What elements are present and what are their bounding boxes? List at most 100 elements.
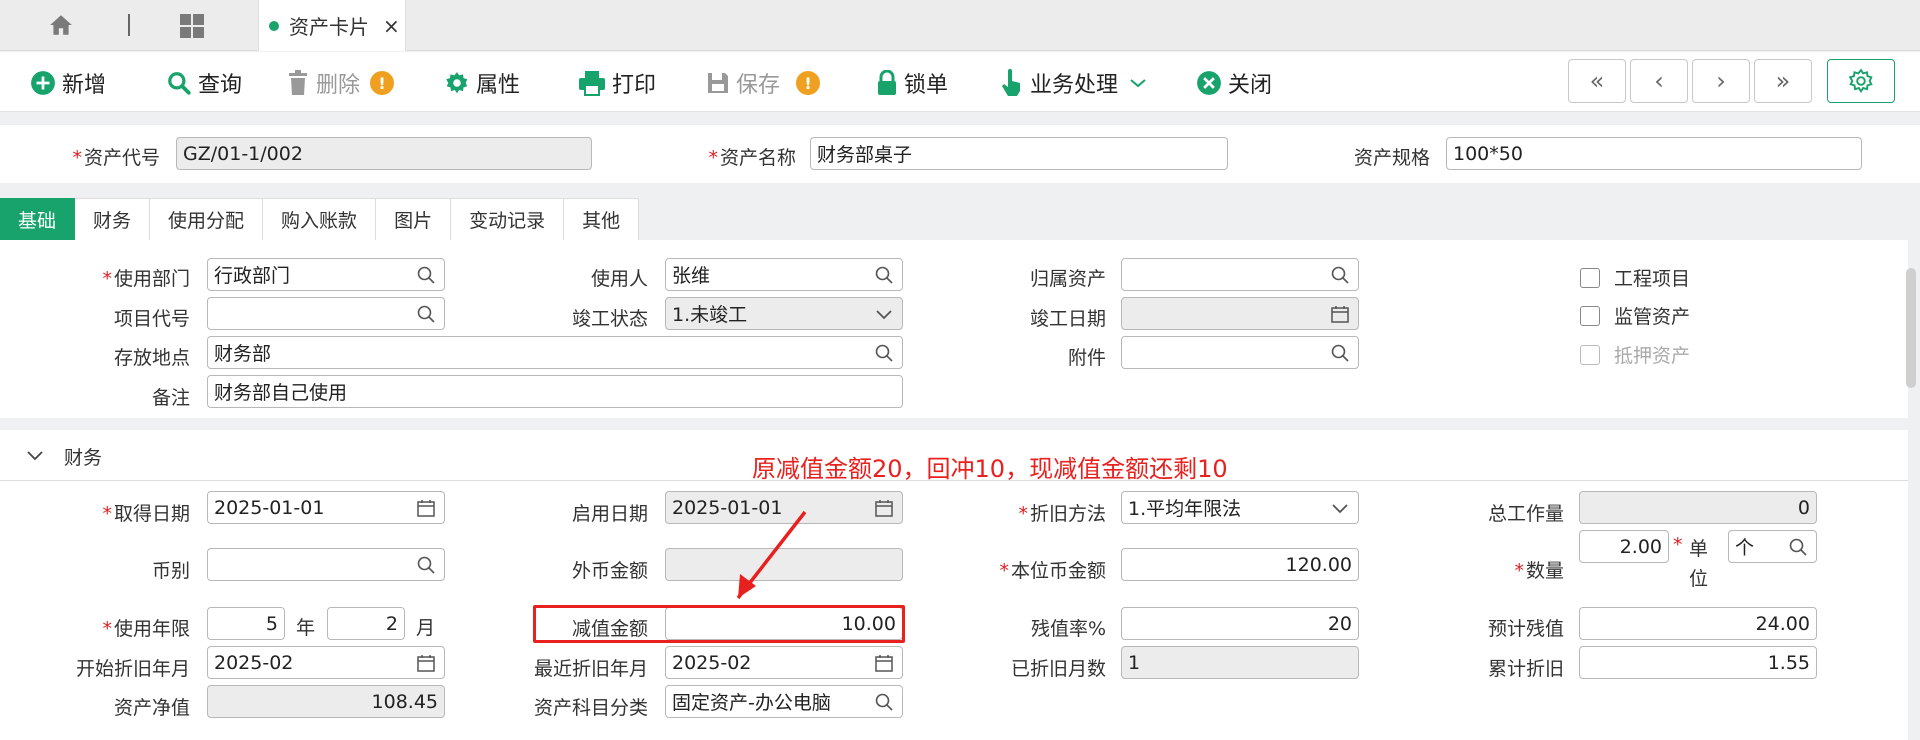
use-dept-input[interactable]: 行政部门 bbox=[207, 258, 445, 291]
search-icon[interactable] bbox=[874, 265, 894, 285]
tab-asset-card[interactable]: 资产卡片 × bbox=[258, 0, 406, 51]
location-input[interactable]: 财务部 bbox=[207, 336, 903, 369]
properties-button-label: 属性 bbox=[476, 73, 521, 98]
query-button[interactable]: 查询 bbox=[166, 66, 242, 100]
local-amount-input[interactable]: 120.00 bbox=[1121, 548, 1359, 581]
est-residual-input[interactable]: 24.00 bbox=[1579, 607, 1817, 640]
delete-button-label: 删除 bbox=[316, 73, 361, 98]
add-button-label: 新增 bbox=[62, 73, 107, 98]
apps-grid-icon[interactable] bbox=[178, 12, 206, 40]
delete-button[interactable]: 删除 ! bbox=[286, 66, 395, 100]
calendar-icon[interactable] bbox=[874, 653, 894, 673]
save-warning-icon: ! bbox=[796, 71, 821, 95]
close-tab-icon[interactable]: × bbox=[383, 14, 400, 38]
project-code-input[interactable] bbox=[207, 297, 445, 330]
search-icon[interactable] bbox=[416, 304, 436, 324]
add-circle-icon bbox=[31, 71, 55, 95]
gear-icon bbox=[446, 72, 468, 94]
save-button[interactable]: 保存 ! bbox=[706, 66, 821, 100]
accum-dep-input[interactable]: 1.55 bbox=[1579, 646, 1817, 679]
dep-start-input[interactable]: 2025-02 bbox=[207, 646, 445, 679]
tab-purchase-payment[interactable]: 购入账款 bbox=[263, 198, 377, 240]
asset-name-label: * 资产名称 bbox=[708, 147, 796, 169]
project-code-label: 项目代号 bbox=[113, 308, 190, 330]
trash-icon bbox=[289, 70, 307, 95]
tab-change-log[interactable]: 变动记录 bbox=[451, 198, 565, 240]
nav-next-button[interactable]: › bbox=[1692, 59, 1750, 103]
vertical-scrollbar[interactable] bbox=[1906, 268, 1916, 388]
dep-method-select[interactable]: 1.平均年限法 bbox=[1121, 491, 1359, 524]
currency-input[interactable] bbox=[207, 548, 445, 581]
lock-button[interactable]: 锁单 bbox=[876, 66, 948, 100]
calendar-icon[interactable] bbox=[874, 498, 894, 518]
last-dep-input[interactable]: 2025-02 bbox=[665, 646, 903, 679]
business-menu-button[interactable]: 业务处理 bbox=[1000, 66, 1154, 100]
completion-date-label: 竣工日期 bbox=[1029, 308, 1106, 330]
last-dep-label: 最近折旧年月 bbox=[533, 658, 648, 680]
attachment-input[interactable] bbox=[1121, 336, 1359, 369]
search-icon[interactable] bbox=[416, 555, 436, 575]
asset-code-input[interactable]: GZ/01-1/002 bbox=[176, 137, 592, 170]
tab-other[interactable]: 其他 bbox=[564, 198, 640, 240]
asset-code-label: * 资产代号 bbox=[72, 147, 160, 169]
user-label: 使用人 bbox=[590, 268, 648, 290]
properties-button[interactable]: 属性 bbox=[444, 66, 520, 100]
search-icon[interactable] bbox=[1330, 265, 1350, 285]
tab-finance[interactable]: 财务 bbox=[75, 198, 151, 240]
close-button[interactable]: 关闭 bbox=[1196, 66, 1272, 100]
supervised-checkbox[interactable]: 监管资产 bbox=[1580, 302, 1690, 329]
search-icon[interactable] bbox=[1330, 343, 1350, 363]
currency-label: 币别 bbox=[151, 560, 190, 582]
tab-usage-allocation[interactable]: 使用分配 bbox=[150, 198, 264, 240]
completion-status-select[interactable]: 1.未竣工 bbox=[665, 297, 903, 330]
completion-date-input[interactable] bbox=[1121, 297, 1359, 330]
calendar-icon[interactable] bbox=[416, 498, 436, 518]
net-value-input[interactable]: 108.45 bbox=[207, 685, 445, 718]
total-work-input[interactable]: 0 bbox=[1579, 491, 1817, 524]
mortgage-checkbox[interactable]: 抵押资产 bbox=[1580, 341, 1690, 368]
asset-category-input[interactable]: 固定资产-办公电脑 bbox=[665, 685, 903, 718]
lock-button-label: 锁单 bbox=[904, 73, 949, 98]
annotation-text: 原减值金额20，回冲10，现减值金额还剩10 bbox=[752, 455, 1228, 483]
close-circle-icon bbox=[1197, 71, 1221, 95]
nav-last-button[interactable]: » bbox=[1754, 59, 1812, 103]
project-checkbox[interactable]: 工程项目 bbox=[1580, 264, 1690, 291]
user-input[interactable]: 张维 bbox=[665, 258, 903, 291]
chevron-down-icon bbox=[1130, 79, 1146, 88]
chevron-down-icon bbox=[1332, 504, 1348, 514]
collapse-chevron-icon[interactable] bbox=[26, 448, 44, 462]
life-months-input[interactable]: 2 bbox=[327, 607, 405, 640]
remark-input[interactable]: 财务部自己使用 bbox=[207, 375, 903, 408]
life-years-input[interactable]: 5 bbox=[207, 607, 285, 640]
unit-input[interactable]: 个 bbox=[1728, 530, 1817, 563]
search-icon[interactable] bbox=[874, 343, 894, 363]
nav-prev-button[interactable]: ‹ bbox=[1630, 59, 1688, 103]
finance-section-title: 财务 bbox=[64, 447, 103, 469]
calendar-icon[interactable] bbox=[1330, 304, 1350, 324]
search-icon[interactable] bbox=[416, 265, 436, 285]
local-amount-label: * 本位币金额 bbox=[999, 560, 1106, 582]
nav-first-button[interactable]: « bbox=[1568, 59, 1626, 103]
accum-dep-label: 累计折旧 bbox=[1487, 658, 1564, 680]
calendar-icon[interactable] bbox=[416, 653, 436, 673]
dep-months-input[interactable]: 1 bbox=[1121, 646, 1359, 679]
add-button[interactable]: 新增 bbox=[30, 66, 106, 100]
search-icon[interactable] bbox=[874, 692, 894, 712]
quantity-input[interactable]: 2.00 bbox=[1579, 530, 1669, 563]
search-icon[interactable] bbox=[1788, 537, 1808, 557]
tab-basic[interactable]: 基础 bbox=[0, 198, 76, 240]
tab-images[interactable]: 图片 bbox=[376, 198, 452, 240]
tabbar-divider bbox=[128, 14, 130, 36]
asset-name-input[interactable]: 财务部桌子 bbox=[810, 137, 1228, 170]
window-tabbar: 资产卡片 × bbox=[0, 0, 1920, 51]
owner-asset-input[interactable] bbox=[1121, 258, 1359, 291]
home-icon[interactable] bbox=[48, 12, 74, 38]
acq-date-input[interactable]: 2025-01-01 bbox=[207, 491, 445, 524]
residual-rate-input[interactable]: 20 bbox=[1121, 607, 1359, 640]
print-button[interactable]: 打印 bbox=[578, 66, 656, 100]
print-button-label: 打印 bbox=[612, 73, 657, 98]
settings-button[interactable] bbox=[1827, 59, 1895, 103]
asset-spec-input[interactable]: 100*50 bbox=[1446, 137, 1862, 170]
completion-status-label: 竣工状态 bbox=[571, 308, 648, 330]
business-menu-label: 业务处理 bbox=[1030, 73, 1119, 98]
